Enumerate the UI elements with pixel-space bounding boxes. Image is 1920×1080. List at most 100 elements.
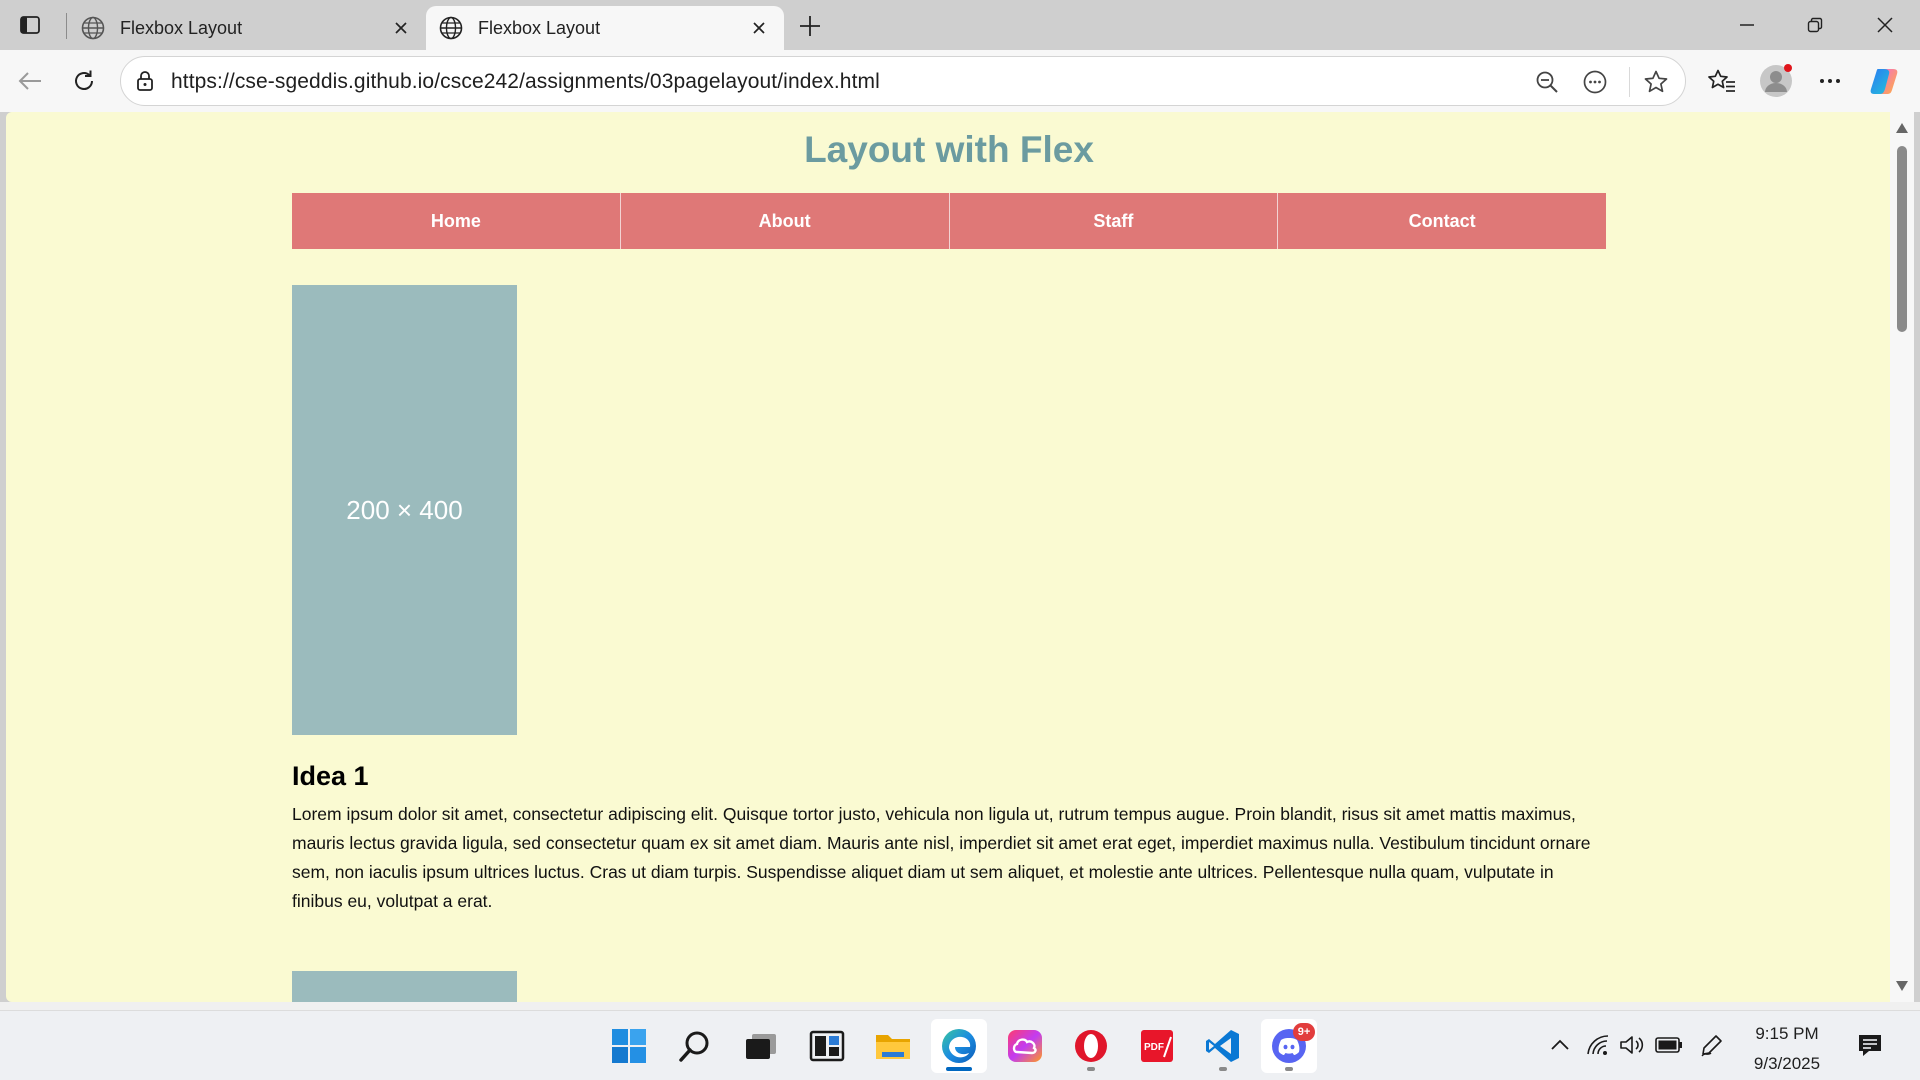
vertical-scrollbar[interactable] — [1890, 112, 1914, 1002]
network-button[interactable] — [1584, 1031, 1612, 1059]
back-arrow-icon — [18, 72, 41, 90]
chevron-up-icon — [1551, 1039, 1569, 1050]
browser-tab-1[interactable]: Flexbox Layout — [68, 6, 426, 50]
nav-staff-link[interactable]: Staff — [950, 193, 1279, 249]
close-icon — [395, 22, 407, 34]
nav-contact-link[interactable]: Contact — [1278, 193, 1606, 249]
lock-icon — [137, 71, 153, 91]
scroll-thumb[interactable] — [1897, 146, 1907, 332]
task-view-button[interactable] — [733, 1019, 789, 1073]
taskbar: PDF 9+ 9:15 PM 9/3/2025 — [0, 1010, 1920, 1080]
placeholder-image-2 — [292, 971, 517, 1002]
battery-icon — [1655, 1037, 1682, 1053]
address-bar-divider — [1629, 67, 1630, 97]
refresh-icon — [75, 70, 93, 90]
widgets-button[interactable] — [799, 1019, 855, 1073]
svg-text:PDF: PDF — [1144, 1042, 1164, 1053]
pdf-editor-button[interactable]: PDF — [1129, 1019, 1185, 1073]
more-page-options-button[interactable] — [1581, 68, 1609, 96]
notification-badge: 9+ — [1293, 1023, 1315, 1041]
show-hidden-icons-button[interactable] — [1546, 1031, 1574, 1059]
star-icon — [1644, 70, 1668, 93]
web-page: Layout with Flex Home About Staff Contac… — [6, 112, 1890, 1002]
nav-home-link[interactable]: Home — [292, 193, 621, 249]
vscode-button[interactable] — [1195, 1019, 1251, 1073]
close-icon — [1877, 17, 1893, 33]
page-title: Layout with Flex — [804, 129, 1094, 170]
pdf-editor-icon: PDF — [1141, 1030, 1173, 1062]
search-button[interactable] — [667, 1019, 723, 1073]
back-button[interactable] — [12, 63, 48, 99]
tab-separator — [66, 13, 67, 39]
add-favorite-button[interactable] — [1642, 68, 1670, 96]
favorites-button[interactable] — [1704, 63, 1740, 99]
browser-tab-2[interactable]: Flexbox Layout — [426, 6, 784, 50]
task-view-icon — [746, 1034, 776, 1059]
scroll-up-button[interactable] — [1894, 120, 1910, 136]
minimize-button[interactable] — [1724, 8, 1770, 42]
restore-button[interactable] — [1792, 8, 1838, 42]
start-icon — [612, 1029, 646, 1063]
edge-button[interactable] — [931, 1019, 987, 1073]
tab-title: Flexbox Layout — [478, 17, 601, 38]
vscode-icon — [1206, 1030, 1239, 1062]
browser-toolbar: https://cse-sgeddis.github.io/csce242/as… — [0, 50, 1920, 112]
restore-icon — [1807, 17, 1823, 33]
clock-time: 9:15 PM — [1755, 1024, 1819, 1043]
notification-center-button[interactable] — [1856, 1031, 1884, 1059]
placeholder-image: 200 × 400 — [292, 285, 517, 735]
close-window-button[interactable] — [1862, 8, 1908, 42]
placeholder-size-label: 200 × 400 — [346, 494, 463, 525]
nav-about-link[interactable]: About — [621, 193, 950, 249]
globe-icon — [81, 16, 105, 40]
edge-icon — [942, 1029, 976, 1063]
more-horizontal-icon — [1820, 79, 1840, 83]
main-nav: Home About Staff Contact — [292, 193, 1606, 249]
running-app-indicator — [1285, 1067, 1293, 1071]
start-button[interactable] — [601, 1019, 657, 1073]
tab-actions-button[interactable] — [14, 10, 46, 40]
clock-date: 9/3/2025 — [1753, 1054, 1821, 1073]
avatar-icon — [1760, 64, 1792, 97]
tab-actions-icon — [20, 16, 40, 34]
close-tab-button[interactable] — [390, 17, 412, 39]
idea-heading: Idea 1 — [292, 761, 369, 791]
close-tab-button[interactable] — [748, 17, 770, 39]
opera-icon — [1075, 1030, 1107, 1062]
plus-icon — [800, 16, 820, 36]
copilot-icon — [1870, 69, 1898, 94]
file-explorer-button[interactable] — [865, 1019, 921, 1073]
pen-menu-button[interactable] — [1698, 1031, 1726, 1059]
refresh-button[interactable] — [66, 63, 102, 99]
scroll-down-button[interactable] — [1894, 978, 1910, 994]
ellipsis-circle-icon — [1583, 70, 1607, 94]
settings-more-button[interactable] — [1812, 63, 1848, 99]
pen-icon — [1701, 1035, 1722, 1057]
wifi-icon — [1587, 1035, 1609, 1055]
file-explorer-icon — [876, 1035, 910, 1059]
page-container: Layout with Flex Home About Staff Contac… — [292, 112, 1606, 1002]
copilot-button[interactable] — [1866, 63, 1902, 99]
creative-cloud-button[interactable] — [997, 1019, 1053, 1073]
close-icon — [753, 22, 765, 34]
battery-button[interactable] — [1655, 1031, 1683, 1059]
opera-button[interactable] — [1063, 1019, 1119, 1073]
url-text: https://cse-sgeddis.github.io/csce242/as… — [171, 70, 880, 93]
idea-paragraph: Lorem ipsum dolor sit amet, consectetur … — [292, 804, 1591, 911]
notifications-icon — [1859, 1035, 1881, 1056]
volume-button[interactable] — [1618, 1031, 1646, 1059]
new-tab-button[interactable] — [794, 10, 826, 42]
profile-button[interactable] — [1758, 63, 1794, 99]
discord-button[interactable]: 9+ — [1261, 1019, 1317, 1073]
triangle-up-icon — [1896, 123, 1908, 133]
zoom-button[interactable] — [1533, 68, 1561, 96]
tab-title: Flexbox Layout — [120, 17, 243, 38]
address-bar[interactable]: https://cse-sgeddis.github.io/csce242/as… — [120, 56, 1686, 106]
triangle-down-icon — [1896, 981, 1908, 991]
creative-cloud-icon — [1008, 1030, 1042, 1062]
minimize-icon — [1740, 24, 1754, 26]
clock[interactable]: 9:15 PM 9/3/2025 — [1732, 1019, 1842, 1079]
favorites-icon — [1708, 69, 1735, 92]
speaker-icon — [1620, 1036, 1644, 1054]
browser-bottom-edge — [0, 1002, 1920, 1010]
